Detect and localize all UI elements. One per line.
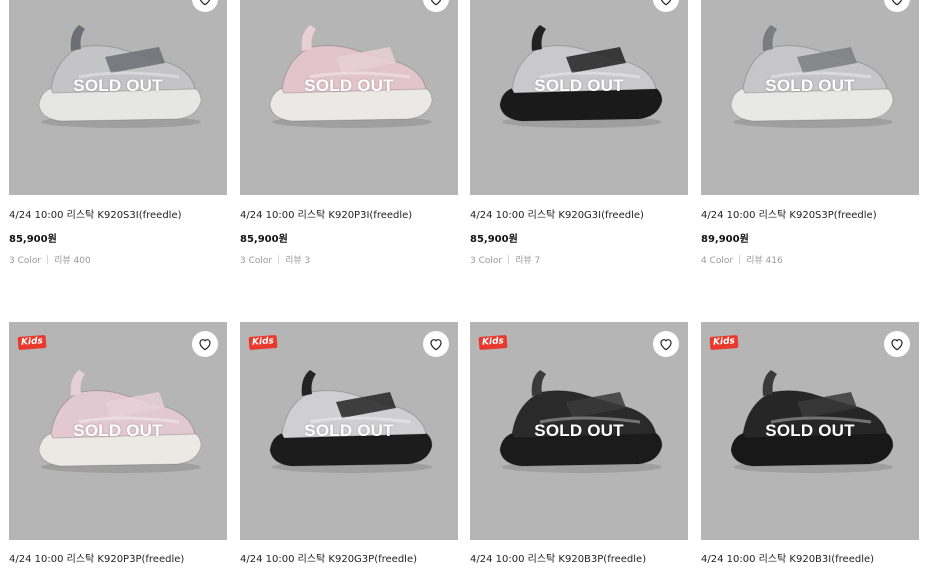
divider — [278, 255, 280, 264]
product-image[interactable]: Kids SOLD OUT — [9, 322, 227, 540]
color-count: 3 Color — [9, 256, 42, 266]
sold-out-overlay: SOLD OUT — [534, 76, 624, 95]
sandal-illustration — [38, 25, 202, 128]
product-image[interactable]: SOLD OUT — [470, 0, 688, 195]
sold-out-overlay: SOLD OUT — [73, 421, 163, 440]
product-meta: 3 Color 리뷰 7 — [470, 253, 540, 266]
heart-icon — [199, 0, 211, 6]
sandal-illustration — [499, 25, 663, 128]
product-meta: 4 Color 리뷰 416 — [701, 253, 783, 266]
heart-icon — [660, 0, 672, 6]
product-title[interactable]: 4/24 10:00 리스탁 K920P3I(freedle) — [240, 206, 412, 221]
product-image[interactable]: SOLD OUT — [701, 0, 919, 195]
product-image[interactable]: Kids SOLD OUT — [701, 322, 919, 540]
product-image[interactable]: SOLD OUT — [240, 0, 458, 195]
sandal-illustration — [269, 25, 433, 128]
product-image[interactable]: Kids SOLD OUT — [240, 322, 458, 540]
review-count[interactable]: 리뷰 400 — [54, 256, 91, 266]
sandal-illustration — [730, 25, 894, 128]
product-image[interactable]: Kids SOLD OUT — [470, 322, 688, 540]
product-price: 85,900원 — [470, 234, 518, 245]
wishlist-button[interactable] — [192, 331, 218, 357]
product-meta: 3 Color 리뷰 3 — [240, 253, 310, 266]
review-count[interactable]: 리뷰 3 — [285, 256, 310, 266]
divider — [508, 255, 510, 264]
color-count: 3 Color — [240, 256, 273, 266]
wishlist-button[interactable] — [653, 331, 679, 357]
product-title[interactable]: 4/24 10:00 리스탁 K920G3P(freedle) — [240, 550, 417, 565]
product-title[interactable]: 4/24 10:00 리스탁 K920B3P(freedle) — [470, 550, 646, 565]
product-title[interactable]: 4/24 10:00 리스탁 K920S3P(freedle) — [701, 206, 877, 221]
product-title[interactable]: 4/24 10:00 리스탁 K920G3I(freedle) — [470, 206, 644, 221]
sold-out-overlay: SOLD OUT — [765, 421, 855, 440]
sold-out-overlay: SOLD OUT — [765, 76, 855, 95]
wishlist-button[interactable] — [884, 331, 910, 357]
product-title[interactable]: 4/24 10:00 리스탁 K920S3I(freedle) — [9, 206, 182, 221]
kids-badge: Kids — [17, 335, 47, 350]
heart-icon — [891, 339, 903, 351]
kids-badge: Kids — [478, 335, 508, 350]
sold-out-overlay: SOLD OUT — [73, 76, 163, 95]
sold-out-overlay: SOLD OUT — [304, 76, 394, 95]
kids-badge: Kids — [248, 335, 278, 350]
product-title[interactable]: 4/24 10:00 리스탁 K920P3P(freedle) — [9, 550, 184, 565]
color-count: 4 Color — [701, 256, 734, 266]
heart-icon — [660, 339, 672, 351]
heart-icon — [891, 0, 903, 6]
heart-icon — [430, 0, 442, 6]
sold-out-overlay: SOLD OUT — [304, 421, 394, 440]
review-count[interactable]: 리뷰 416 — [746, 256, 783, 266]
product-price: 89,900원 — [701, 234, 749, 245]
product-meta: 3 Color 리뷰 400 — [9, 253, 91, 266]
product-price: 85,900원 — [240, 234, 288, 245]
heart-icon — [199, 339, 211, 351]
product-title[interactable]: 4/24 10:00 리스탁 K920B3I(freedle) — [701, 550, 874, 565]
sold-out-overlay: SOLD OUT — [534, 421, 624, 440]
review-count[interactable]: 리뷰 7 — [515, 256, 540, 266]
color-count: 3 Color — [470, 256, 503, 266]
product-price: 85,900원 — [9, 234, 57, 245]
heart-icon — [430, 339, 442, 351]
divider — [739, 255, 741, 264]
product-image[interactable]: SOLD OUT — [9, 0, 227, 195]
divider — [47, 255, 49, 264]
wishlist-button[interactable] — [423, 331, 449, 357]
kids-badge: Kids — [709, 335, 739, 350]
